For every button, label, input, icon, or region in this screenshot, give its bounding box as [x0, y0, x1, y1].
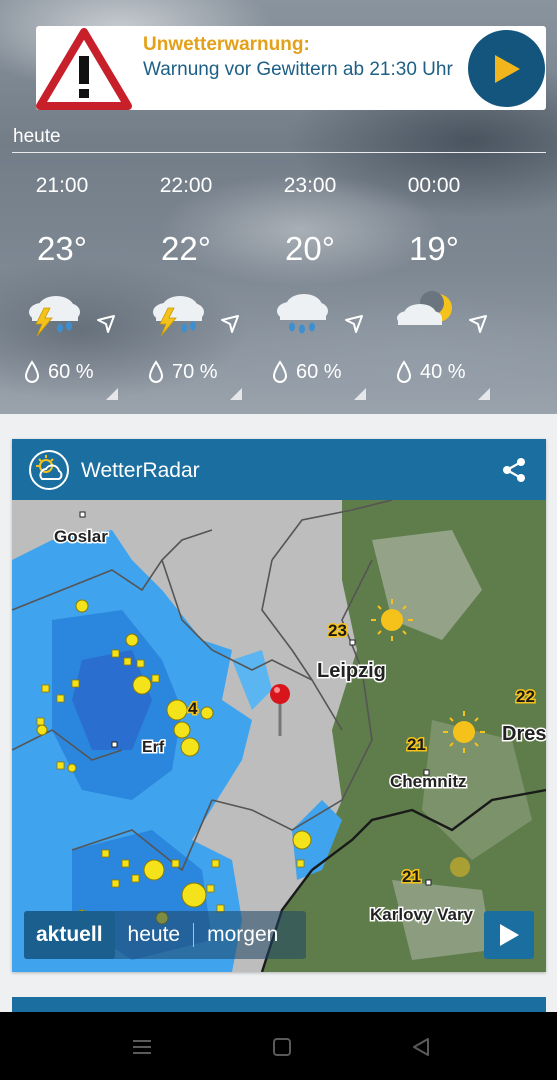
city-label: Karlovy Vary	[370, 905, 474, 924]
play-icon	[500, 924, 519, 946]
raindrop-icon	[24, 360, 40, 383]
hour-time: 21:00	[35, 174, 89, 197]
raindrop-icon	[272, 360, 288, 383]
city-label: Erf	[142, 739, 165, 756]
hour-temperature: 23°	[37, 230, 87, 267]
radar-time-selector: aktuell heute morgen	[24, 911, 306, 959]
temp-label: 21	[407, 735, 426, 754]
precip-probability: 60 %	[48, 361, 94, 383]
weather-alert-banner[interactable]: Unwetterwarnung: Warnung vor Gewittern a…	[36, 26, 546, 110]
raindrop-icon	[148, 360, 164, 383]
cloud-moon-icon	[397, 291, 452, 325]
hour-temperature: 20°	[285, 230, 335, 267]
divider	[12, 152, 546, 153]
city-label: Leipzig	[317, 660, 386, 682]
radar-play-button[interactable]	[484, 911, 534, 959]
temp-label: 21	[402, 867, 421, 886]
system-nav-bar	[0, 1012, 557, 1080]
precip-probability: 40 %	[420, 361, 466, 383]
city-label: Dres	[502, 723, 546, 745]
temp-label: 22	[516, 687, 535, 706]
temp-label: 23	[328, 621, 347, 640]
play-icon	[494, 54, 520, 83]
expand-corner	[230, 388, 242, 400]
expand-corner	[354, 388, 366, 400]
hour-time: 22:00	[159, 174, 213, 197]
alert-title: Unwetterwarnung:	[143, 34, 310, 55]
hour-temperature: 22°	[161, 230, 211, 267]
hour-time: 23:00	[283, 174, 337, 197]
city-label: Chemnitz	[390, 772, 467, 791]
sun-icon	[450, 857, 470, 877]
weather-logo-icon	[29, 450, 69, 490]
alert-text: Warnung vor Gewittern ab 21:30 Uhr	[143, 59, 453, 80]
expand-corner	[106, 388, 118, 400]
city-label: Goslar	[54, 527, 108, 546]
expand-corner	[478, 388, 490, 400]
forecast-hero: Unwetterwarnung: Warnung vor Gewittern a…	[0, 0, 557, 414]
tab-heute[interactable]: heute	[115, 923, 194, 947]
back-icon[interactable]	[410, 1036, 432, 1058]
hour-temperature: 19°	[409, 230, 459, 267]
temp-label: 4	[188, 699, 198, 718]
hour-time: 00:00	[407, 174, 461, 197]
menu-icon[interactable]	[131, 1036, 153, 1058]
radar-card: WetterRadar Goslar Leipzig Erf Chemnitz …	[12, 439, 546, 972]
wind-direction-icon	[469, 315, 487, 333]
tab-aktuell[interactable]: aktuell	[24, 911, 115, 959]
radar-card-header: WetterRadar	[12, 439, 546, 500]
thunderstorm-rain-icon	[29, 296, 80, 336]
home-icon[interactable]	[271, 1036, 293, 1058]
precip-probability: 70 %	[172, 361, 218, 383]
raindrop-icon	[396, 360, 412, 383]
warning-triangle-icon	[36, 28, 132, 110]
wind-direction-icon	[97, 315, 115, 333]
tab-morgen[interactable]: morgen	[194, 923, 291, 947]
cloud-rain-icon	[277, 294, 328, 334]
radar-map[interactable]: Goslar Leipzig Erf Chemnitz Karlovy Vary…	[12, 500, 546, 972]
wind-direction-icon	[221, 315, 239, 333]
day-label: heute	[13, 126, 61, 147]
precip-probability: 60 %	[296, 361, 342, 383]
radar-title: WetterRadar	[81, 459, 200, 482]
thunderstorm-rain-icon	[153, 296, 204, 336]
wind-direction-icon	[345, 315, 363, 333]
alert-play-button[interactable]	[468, 30, 545, 107]
share-icon[interactable]	[501, 457, 527, 483]
